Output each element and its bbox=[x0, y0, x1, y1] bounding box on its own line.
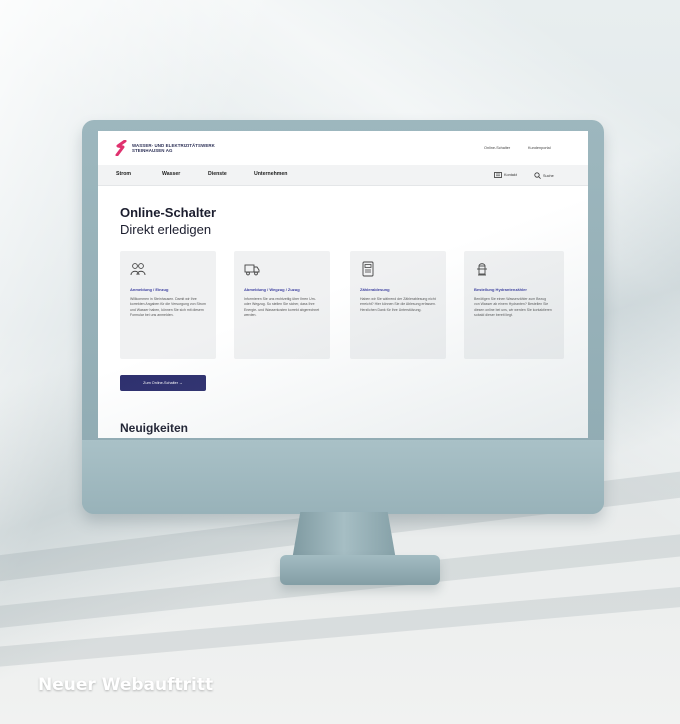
card-text: Benötigen Sie einen Wasserzähler zum Bez… bbox=[474, 297, 552, 318]
search-icon bbox=[534, 172, 541, 179]
card-title: Bestellung Hydrantenzähler bbox=[474, 287, 527, 292]
monitor-screen: WASSER- UND ELEKTRIZITÄTSWERK STEINHAUSE… bbox=[98, 131, 588, 438]
contact-icon bbox=[494, 172, 502, 178]
online-schalter-button[interactable]: Zum Online-Schalter → bbox=[120, 375, 206, 391]
moving-truck-icon bbox=[244, 264, 260, 276]
card-text: Willkommen in Steinhausen. Damit wir Ihr… bbox=[130, 297, 206, 318]
service-card-zaehlerablesung[interactable]: Zählerablesung Haben wir Sie während der… bbox=[350, 251, 446, 359]
nav-item-wasser[interactable]: Wasser bbox=[162, 171, 180, 177]
image-caption: Neuer Webauftritt bbox=[38, 675, 214, 695]
monitor-stand-neck bbox=[292, 512, 396, 560]
card-title: Zählerablesung bbox=[360, 287, 390, 292]
nav-item-strom[interactable]: Strom bbox=[116, 171, 131, 177]
search-link[interactable]: Suche bbox=[534, 172, 554, 179]
meter-icon bbox=[362, 261, 374, 277]
news-heading: Neuigkeiten bbox=[120, 421, 189, 435]
people-icon bbox=[130, 263, 146, 276]
page-subtitle: Direkt erledigen bbox=[120, 222, 212, 237]
company-name: WASSER- UND ELEKTRIZITÄTSWERK STEINHAUSE… bbox=[132, 143, 215, 153]
contact-link[interactable]: Kontakt bbox=[494, 172, 517, 178]
monitor-stand-base bbox=[280, 555, 440, 585]
search-label: Suche bbox=[543, 173, 554, 178]
contact-label: Kontakt bbox=[504, 173, 517, 177]
company-logo-icon[interactable] bbox=[114, 140, 128, 156]
site-header: WASSER- UND ELEKTRIZITÄTSWERK STEINHAUSE… bbox=[98, 131, 588, 165]
monitor-chin bbox=[82, 440, 604, 514]
card-text: Informieren Sie uns rechtzeitig über Ihr… bbox=[244, 297, 320, 318]
nav-item-dienste[interactable]: Dienste bbox=[208, 171, 227, 177]
service-card-anmeldung[interactable]: Anmeldung / Einzug Willkommen in Steinha… bbox=[120, 251, 216, 359]
card-title: Anmeldung / Einzug bbox=[130, 287, 169, 292]
hydrant-icon bbox=[477, 263, 487, 276]
page-title: Online-Schalter bbox=[120, 205, 217, 220]
photo-background: WASSER- UND ELEKTRIZITÄTSWERK STEINHAUSE… bbox=[0, 0, 680, 724]
card-text: Haben wir Sie während der Zählerablesung… bbox=[360, 297, 436, 312]
toplink-kundenportal[interactable]: Kundenportal bbox=[528, 146, 551, 150]
service-card-hydrantenzaehler[interactable]: Bestellung Hydrantenzähler Benötigen Sie… bbox=[464, 251, 564, 359]
main-navigation: Strom Wasser Dienste Unternehmen Kontakt… bbox=[98, 165, 588, 186]
service-card-abmeldung[interactable]: Abmeldung / Wegzug / Zuzug Informieren S… bbox=[234, 251, 330, 359]
toplink-online-schalter[interactable]: Online-Schalter bbox=[484, 146, 510, 150]
card-title: Abmeldung / Wegzug / Zuzug bbox=[244, 287, 300, 292]
nav-item-unternehmen[interactable]: Unternehmen bbox=[254, 171, 287, 177]
